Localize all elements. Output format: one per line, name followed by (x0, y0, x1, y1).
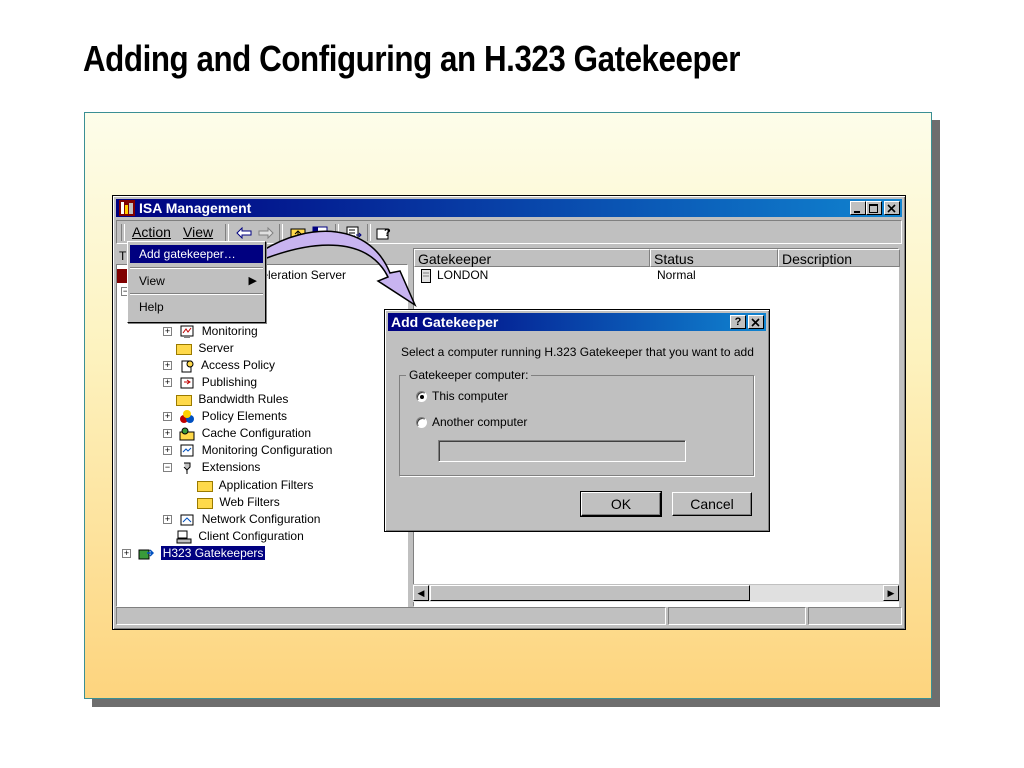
menu-view[interactable]: View (183, 224, 213, 240)
publishing-icon (180, 377, 194, 389)
add-gatekeeper-dialog: Add Gatekeeper ? Select a computer runni… (384, 309, 770, 532)
collapse-icon: − (163, 462, 172, 473)
menu-item-view[interactable]: View ▶ (130, 272, 263, 290)
access-policy-icon (181, 360, 194, 373)
tree-item-monitoring[interactable]: + Monitoring (163, 323, 258, 340)
server-folder-icon (176, 344, 192, 356)
tree-item-cache-configuration[interactable]: + Cache Configuration (163, 425, 311, 442)
expand-icon: + (163, 514, 172, 525)
cache-icon (179, 427, 195, 441)
expand-icon: + (163, 428, 172, 439)
monitoring-config-icon (180, 444, 194, 457)
tree-item-client-configuration[interactable]: Client Configuration (176, 528, 304, 545)
tree-item-network-configuration[interactable]: + Network Configuration (163, 511, 320, 528)
submenu-arrow-icon: ▶ (248, 275, 257, 287)
radio-icon (416, 391, 427, 402)
folder-icon (197, 498, 213, 510)
tree-item-server[interactable]: Server (176, 340, 234, 357)
group-label: Gatekeeper computer: (406, 368, 532, 382)
extensions-icon (183, 462, 191, 474)
status-bar (116, 607, 902, 625)
server-icon (117, 268, 127, 283)
context-help-button[interactable]: ? (730, 315, 746, 329)
tree-item-web-filters[interactable]: Web Filters (197, 494, 280, 511)
menu-separator (130, 267, 263, 269)
policy-elements-icon (180, 409, 195, 423)
folder-icon (176, 395, 192, 407)
ok-button[interactable]: OK (580, 491, 662, 517)
gatekeeper-name: LONDON (437, 268, 489, 282)
minimize-icon (854, 211, 860, 213)
dialog-titlebar[interactable]: Add Gatekeeper ? (388, 313, 766, 331)
scroll-right-button[interactable]: ▶ (883, 585, 899, 601)
cancel-button[interactable]: Cancel (672, 492, 752, 516)
network-icon (180, 514, 194, 526)
gatekeeper-icon (138, 549, 155, 560)
close-icon (887, 204, 896, 213)
tree-item-policy-elements[interactable]: + Policy Elements (163, 408, 287, 425)
status-cell (116, 607, 666, 625)
close-icon (751, 318, 760, 327)
window-title: ISA Management (139, 200, 252, 216)
menu-item-help[interactable]: Help (130, 298, 263, 316)
expand-icon: + (163, 377, 172, 388)
folder-icon (197, 481, 213, 493)
tree-item-extensions[interactable]: − Extensions (163, 459, 260, 476)
radio-icon (416, 417, 427, 428)
dialog-title: Add Gatekeeper (391, 314, 499, 330)
scroll-left-button[interactable]: ◀ (413, 585, 429, 601)
minimize-button[interactable] (850, 201, 866, 215)
column-header-gatekeeper[interactable]: Gatekeeper (414, 249, 650, 267)
callout-arrow (261, 230, 417, 307)
isa-app-icon (119, 200, 135, 216)
tree-item-application-filters[interactable]: Application Filters (197, 477, 313, 494)
expand-icon: + (163, 445, 172, 456)
scroll-thumb[interactable] (430, 585, 750, 601)
monitoring-icon (180, 325, 194, 338)
tree-item-monitoring-configuration[interactable]: + Monitoring Configuration (163, 442, 332, 459)
menu-action[interactable]: Action (132, 224, 171, 240)
client-config-icon (176, 530, 192, 544)
computer-name-input[interactable] (438, 440, 686, 462)
dialog-prompt: Select a computer running H.323 Gatekeep… (401, 345, 754, 359)
slide-title: Adding and Configuring an H.323 Gatekeep… (83, 38, 740, 79)
column-header-description[interactable]: Description (778, 249, 900, 267)
tree-item-bandwidth-rules[interactable]: Bandwidth Rules (176, 391, 288, 408)
expand-icon: + (163, 411, 172, 422)
expand-icon: + (163, 360, 172, 371)
maximize-button[interactable] (866, 201, 882, 215)
menubar-grip (121, 224, 125, 241)
maximize-icon (869, 204, 878, 213)
dialog-close-button[interactable] (748, 315, 764, 329)
tree-item-access-policy[interactable]: + Access Policy (163, 357, 275, 374)
status-cell (668, 607, 806, 625)
expand-icon: + (163, 326, 172, 337)
tree-item-h323-gatekeepers[interactable]: + H323 Gatekeepers (122, 545, 266, 562)
menu-separator (130, 293, 263, 295)
status-cell (808, 607, 902, 625)
gatekeeper-status: Normal (657, 268, 696, 282)
window-titlebar[interactable]: ISA Management (116, 199, 902, 217)
action-menu: Add gatekeeper… View ▶ Help (127, 241, 266, 323)
close-button[interactable] (884, 201, 900, 215)
expand-icon: + (122, 548, 131, 559)
menu-item-add-gatekeeper[interactable]: Add gatekeeper… (130, 245, 263, 263)
toolbar-separator (225, 224, 229, 241)
tree-item-publishing[interactable]: + Publishing (163, 374, 257, 391)
horizontal-scrollbar[interactable]: ◀ ▶ (413, 584, 899, 602)
column-header-status[interactable]: Status (650, 249, 778, 267)
